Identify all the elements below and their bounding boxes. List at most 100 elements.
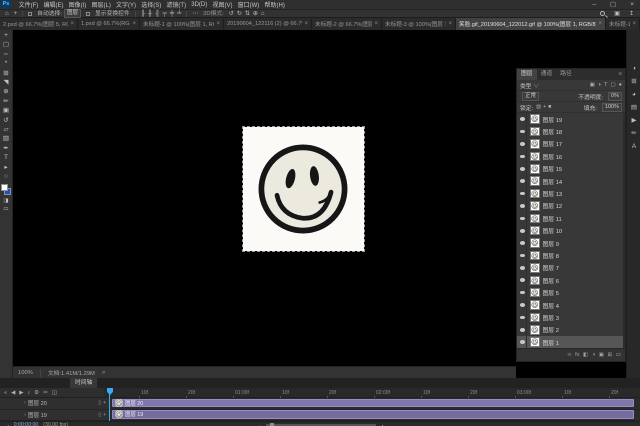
menu-item-10[interactable]: 帮助(H): [262, 0, 288, 9]
new-layer-icon[interactable]: ⊞: [608, 352, 613, 358]
layer-thumbnail[interactable]: [530, 313, 540, 323]
first-frame-button[interactable]: «: [4, 388, 7, 398]
layer-row[interactable]: 图层 1: [517, 336, 625, 348]
auto-select-checkbox[interactable]: [28, 12, 32, 16]
filter-shape-icon[interactable]: ▢: [610, 82, 615, 88]
menu-item-9[interactable]: 窗口(W): [235, 0, 262, 9]
align-top-icon[interactable]: ╤: [163, 10, 167, 18]
document-tab-6[interactable]: 笑脸.gif_20190604_122012.gif @ 100%(图层 1, …: [456, 18, 606, 30]
align-left-icon[interactable]: ╟: [141, 10, 145, 18]
layer-thumbnail[interactable]: [530, 214, 540, 224]
layer-row[interactable]: 图层 14: [517, 175, 625, 187]
minimize-button[interactable]: –: [592, 0, 596, 9]
video-toggle-icon[interactable]: ▯: [98, 412, 101, 418]
visibility-eye-icon[interactable]: [520, 328, 525, 332]
track-header[interactable]: ›图层 19▯+: [0, 410, 110, 421]
visibility-eye-icon[interactable]: [520, 155, 525, 159]
eraser-tool[interactable]: ▱: [0, 125, 13, 134]
settings-button[interactable]: ⚙: [34, 388, 39, 398]
layer-thumbnail[interactable]: [530, 337, 540, 347]
audio-toggle-icon[interactable]: +: [103, 400, 106, 406]
move-tool-icon[interactable]: +: [14, 10, 18, 18]
menu-item-0[interactable]: 文件(F): [16, 0, 41, 9]
layer-row[interactable]: 图层 10: [517, 225, 625, 237]
marquee-tool[interactable]: ▢: [0, 40, 13, 49]
align-bottom-icon[interactable]: ╧: [177, 10, 181, 18]
visibility-eye-icon[interactable]: [520, 217, 525, 221]
document-tab-2[interactable]: 未标题-1 @ 100%(图层 1, RGB/8)×: [140, 18, 224, 30]
menu-item-4[interactable]: 文字(Y): [113, 0, 138, 9]
visibility-eye-icon[interactable]: [520, 303, 525, 307]
close-tab-icon[interactable]: ×: [216, 21, 220, 27]
tab-channels[interactable]: 通道: [537, 69, 557, 80]
document-tab-1[interactable]: 1.psd @ 66.7%(RGB/8)×: [78, 18, 140, 30]
auto-select-dropdown[interactable]: 图层: [64, 9, 81, 18]
filter-adjustment-icon[interactable]: ◑: [598, 82, 601, 88]
zoom-tool[interactable]: ○: [0, 172, 13, 181]
fill-value[interactable]: 100%: [602, 103, 622, 112]
track-expand-icon[interactable]: ›: [24, 400, 26, 406]
move-tool[interactable]: +: [0, 31, 13, 40]
crop-tool[interactable]: ⊞: [0, 69, 13, 78]
layer-row[interactable]: 图层 19: [517, 113, 625, 125]
layer-thumbnail[interactable]: [530, 201, 540, 211]
adjustment-layer-icon[interactable]: ◑: [592, 352, 595, 358]
layer-group-icon[interactable]: ▣: [599, 352, 604, 358]
workspace-icon[interactable]: ▣: [614, 10, 620, 17]
layer-thumbnail[interactable]: [530, 176, 540, 186]
filter-type-dropdown[interactable]: 类型 ∨: [520, 81, 539, 90]
brush-panel-icon[interactable]: ✏: [627, 127, 640, 140]
visibility-eye-icon[interactable]: [520, 266, 525, 270]
libraries-panel-icon[interactable]: ▤: [627, 101, 640, 114]
close-tab-icon[interactable]: ×: [632, 21, 636, 27]
layer-row[interactable]: 图层 13: [517, 187, 625, 199]
zoom-level[interactable]: 100%: [18, 370, 33, 376]
layer-row[interactable]: 图层 5: [517, 286, 625, 298]
close-tab-icon[interactable]: ×: [374, 21, 378, 27]
layer-row[interactable]: 图层 16: [517, 150, 625, 162]
menu-item-3[interactable]: 图层(L): [89, 0, 114, 9]
3d-drag-icon[interactable]: ⇅: [245, 10, 250, 18]
close-tab-icon[interactable]: ×: [448, 21, 452, 27]
close-tab-icon[interactable]: ×: [132, 21, 136, 27]
layer-effects-icon[interactable]: fx: [575, 352, 579, 358]
lock-all-icon[interactable]: ■: [548, 104, 551, 110]
close-tab-icon[interactable]: ×: [598, 21, 602, 27]
menu-item-5[interactable]: 选择(S): [139, 0, 164, 9]
3d-roll-icon[interactable]: ↻: [237, 10, 242, 18]
video-clip[interactable]: 图层 19: [112, 410, 634, 419]
filter-type-icon[interactable]: T: [604, 82, 607, 88]
layer-thumbnail[interactable]: [530, 251, 540, 261]
layer-thumbnail[interactable]: [530, 288, 540, 298]
visibility-eye-icon[interactable]: [520, 142, 525, 146]
healing-brush-tool[interactable]: ⊕: [0, 87, 13, 96]
layer-thumbnail[interactable]: [530, 189, 540, 199]
layer-thumbnail[interactable]: [530, 139, 540, 149]
link-layers-icon[interactable]: ∞: [568, 352, 572, 358]
layer-thumbnail[interactable]: [530, 276, 540, 286]
document-tab-0[interactable]: 2.psd @ 66.7%(图层 5, RGB/8)×: [0, 18, 78, 30]
align-center-h-icon[interactable]: ╫: [148, 10, 152, 18]
close-tab-icon[interactable]: ×: [304, 21, 308, 27]
screen-mode-icon[interactable]: ▭: [0, 205, 13, 213]
align-middle-icon[interactable]: ╪: [170, 10, 174, 18]
visibility-eye-icon[interactable]: [520, 179, 525, 183]
visibility-eye-icon[interactable]: [520, 316, 525, 320]
layer-row[interactable]: 图层 18: [517, 125, 625, 137]
visibility-eye-icon[interactable]: [520, 167, 525, 171]
split-clip-button[interactable]: ✂: [43, 388, 48, 398]
layer-row[interactable]: 图层 9: [517, 237, 625, 249]
visibility-eye-icon[interactable]: [520, 117, 525, 121]
frame-back-icon[interactable]: ◂: [6, 422, 9, 426]
visibility-eye-icon[interactable]: [520, 130, 525, 134]
menu-item-7[interactable]: 3D(D): [189, 2, 210, 8]
align-right-icon[interactable]: ╢: [155, 10, 159, 18]
status-chevron-icon[interactable]: >: [102, 370, 105, 376]
document-tab-3[interactable]: 20190604_122116 (2) @ 66.7%×: [224, 18, 312, 30]
lock-position-icon[interactable]: +: [543, 104, 546, 110]
layer-row[interactable]: 图层 4: [517, 299, 625, 311]
zoom-out-icon[interactable]: ▴: [258, 422, 261, 426]
visibility-eye-icon[interactable]: [520, 229, 525, 233]
search-icon[interactable]: [600, 11, 605, 16]
lasso-tool[interactable]: ∽: [0, 50, 13, 59]
